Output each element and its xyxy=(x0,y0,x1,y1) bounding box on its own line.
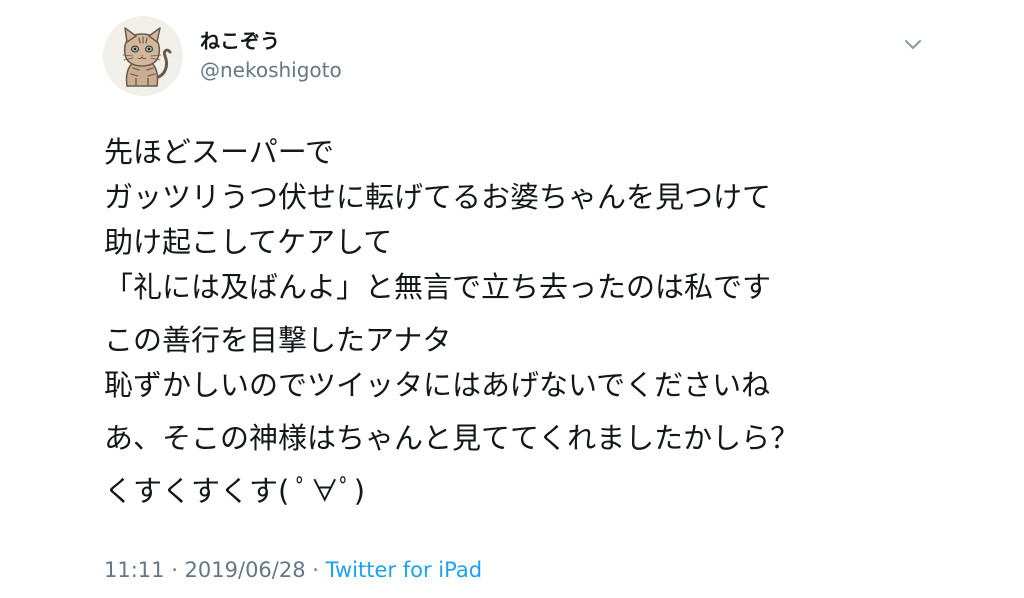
chevron-down-icon xyxy=(905,40,921,49)
tweet-paragraph: 先ほどスーパーで ガッツリうつ伏せに転げてるお婆ちゃんを見つけて 助け起こしてケ… xyxy=(104,130,1004,310)
tweet-paragraph: くすくすくす( ﾟ∀ﾟ) xyxy=(104,469,1004,514)
author-display-name[interactable]: ねこぞう xyxy=(200,28,280,54)
tweet-source-link[interactable]: Twitter for iPad xyxy=(326,558,482,582)
author-handle[interactable]: @nekoshigoto xyxy=(200,57,342,83)
tweet-paragraph: この善行を目撃したアナタ 恥ずかしいのでツイッタにはあげないでくださいね xyxy=(104,318,1004,408)
tweet-line: くすくすくす( ﾟ∀ﾟ) xyxy=(104,474,366,508)
tweet-line: 助け起こしてケアして xyxy=(104,225,393,259)
tweet-paragraph: あ、そこの神様はちゃんと見ててくれましたかしら？ xyxy=(104,416,1004,461)
tweet-timestamp[interactable]: 11:11 · 2019/06/28 xyxy=(104,558,306,582)
tweet-text: 先ほどスーパーで ガッツリうつ伏せに転げてるお婆ちゃんを見つけて 助け起こしてケ… xyxy=(104,130,1004,522)
tweet-menu-button[interactable] xyxy=(898,32,928,58)
tweet-line: 「礼には及ばんよ」と無言で立ち去ったのは私です xyxy=(104,270,772,304)
tweet-line: この善行を目撃したアナタ xyxy=(104,323,452,357)
meta-separator: · xyxy=(312,558,319,582)
tweet-metadata: 11:11 · 2019/06/28 · Twitter for iPad xyxy=(104,556,482,584)
avatar[interactable] xyxy=(103,16,183,96)
tweet-card: ねこぞう @nekoshigoto 先ほどスーパーで ガッツリうつ伏せに転げてる… xyxy=(0,0,1024,598)
tweet-line: あ、そこの神様はちゃんと見ててくれましたかしら？ xyxy=(104,421,800,455)
tweet-line: ガッツリうつ伏せに転げてるお婆ちゃんを見つけて xyxy=(104,180,772,214)
tweet-line: 恥ずかしいのでツイッタにはあげないでくださいね xyxy=(104,368,771,402)
cat-avatar-icon xyxy=(122,27,172,87)
tweet-line: 先ほどスーパーで xyxy=(104,135,334,169)
